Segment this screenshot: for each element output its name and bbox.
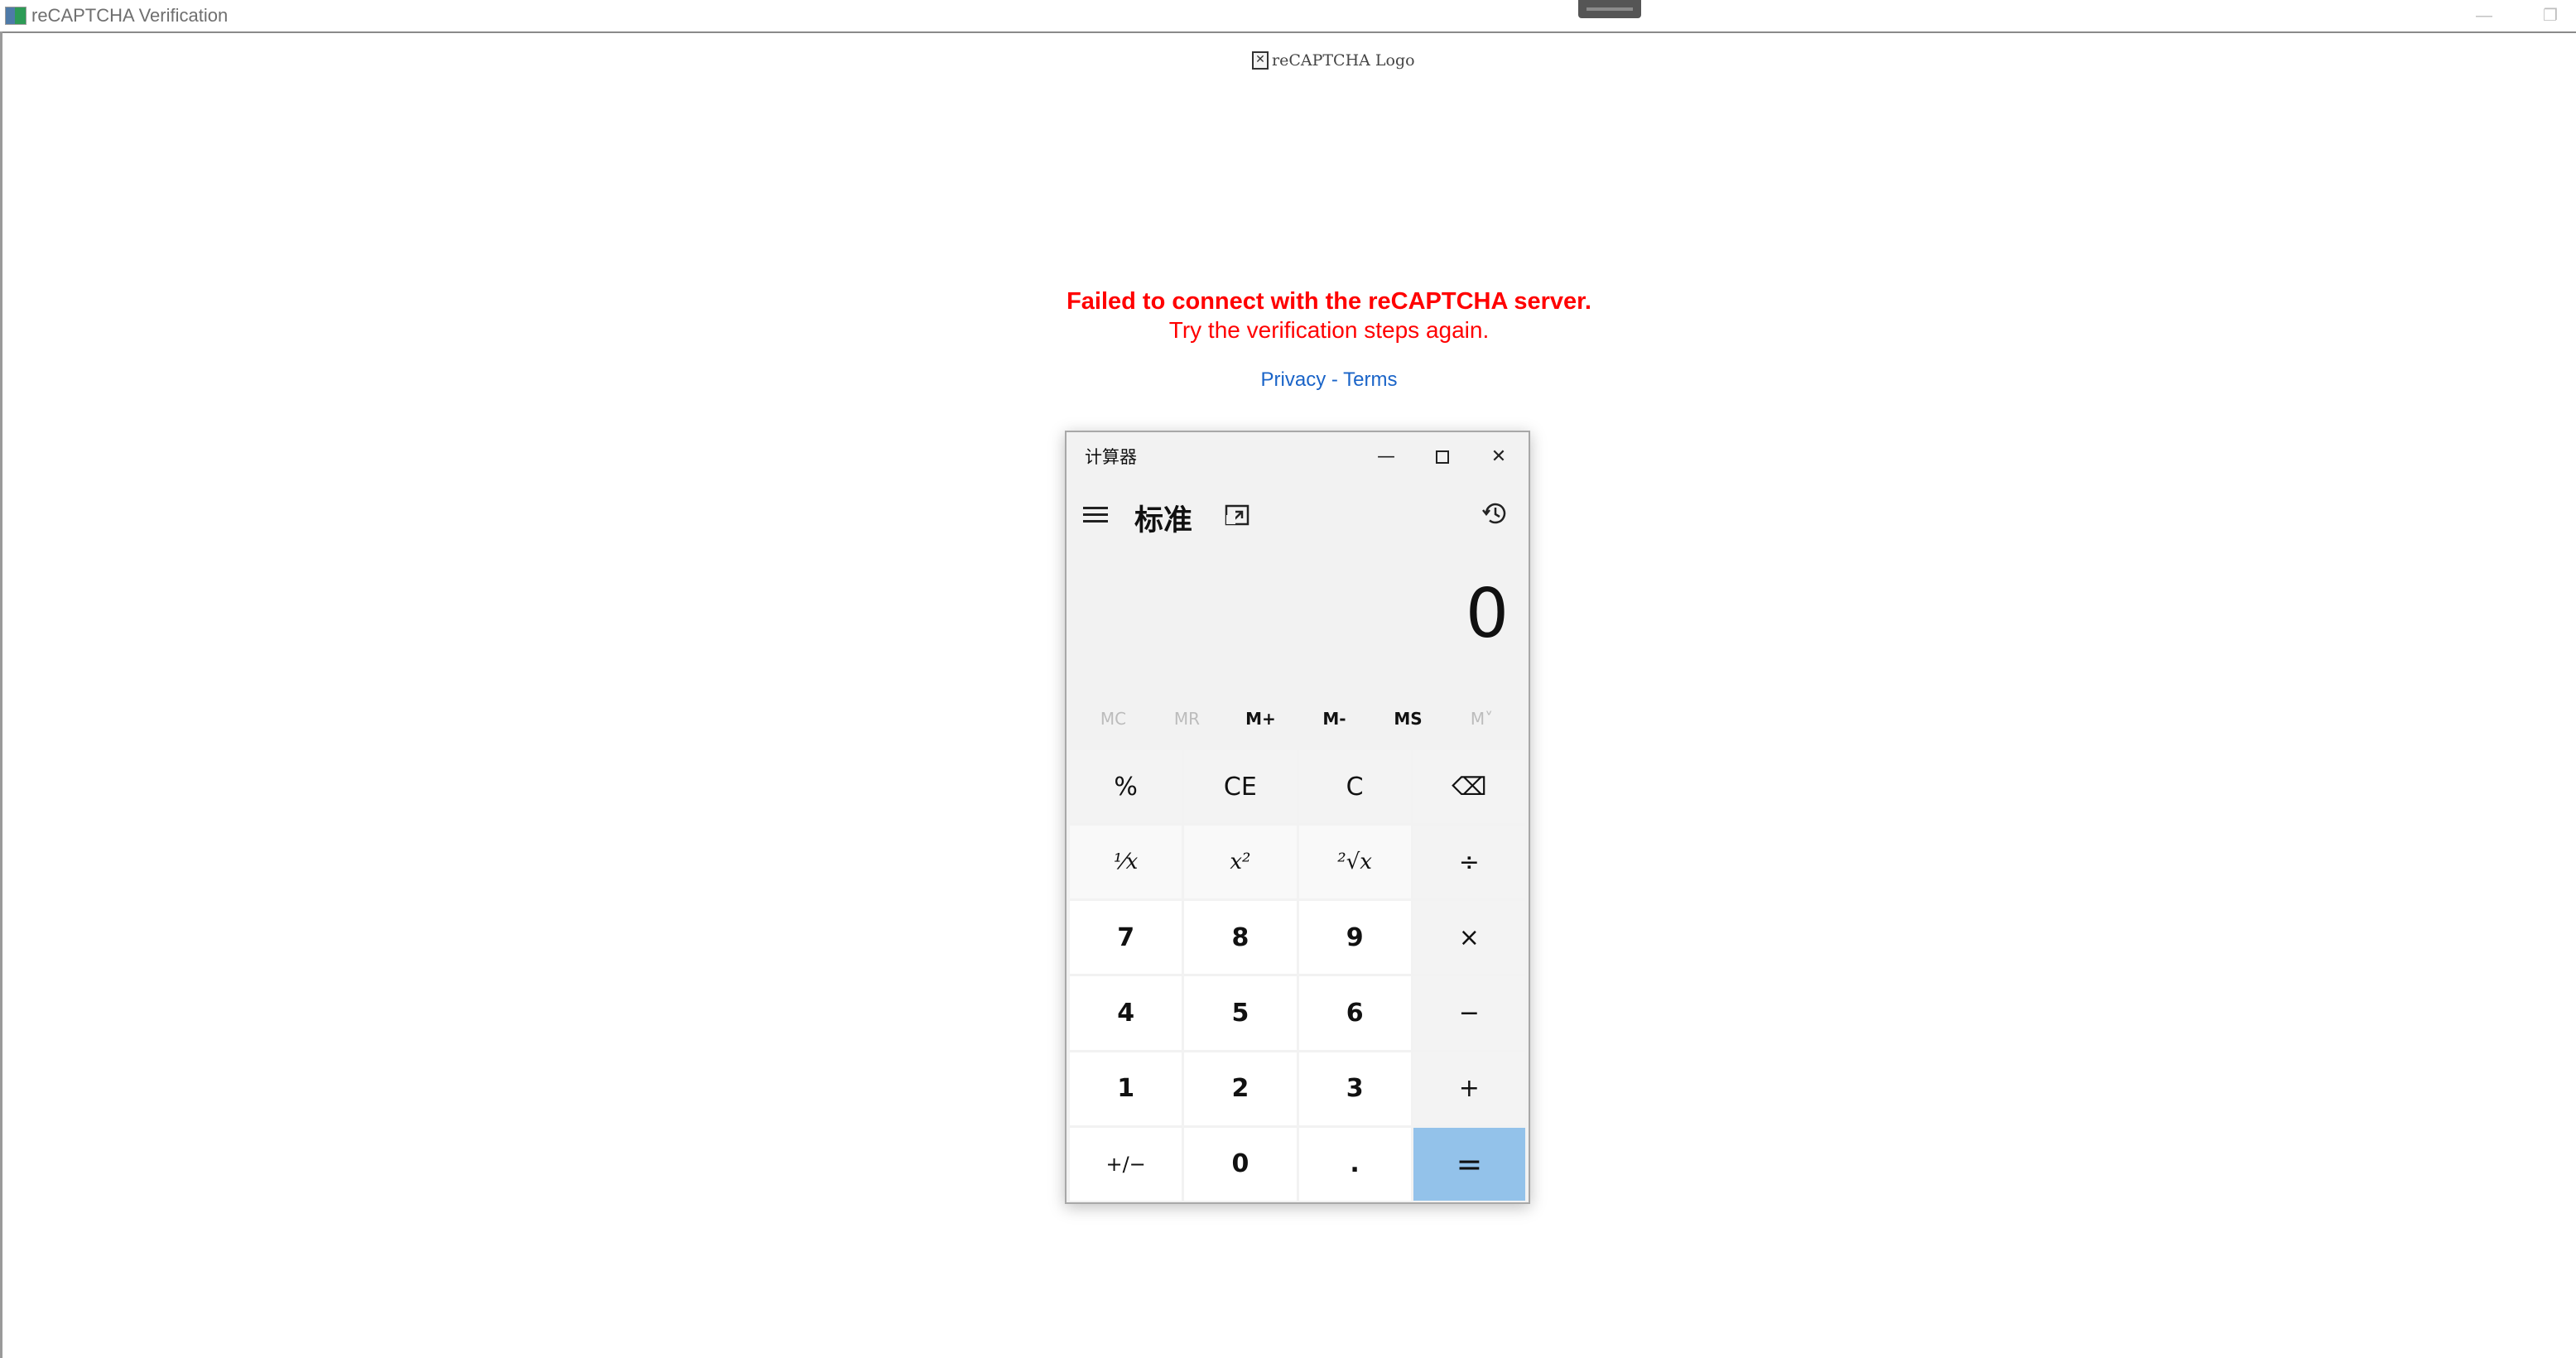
calculator-mode-title: 标准 [1134,504,1193,537]
digit-1-button[interactable]: 1 [1070,1052,1182,1125]
decimal-button[interactable]: . [1298,1127,1411,1201]
calculator-header: 标准 [1067,482,1529,556]
calculator-titlebar[interactable]: 计算器 — ✕ [1067,432,1529,482]
recaptcha-window: reCAPTCHA Verification — ❐ ✕ reCAPTCHA Lo… [0,0,2576,1358]
backspace-button[interactable]: ⌫ [1413,750,1525,824]
memory-button-m[interactable]: M- [1298,692,1371,745]
digit-4-button[interactable]: 4 [1070,976,1182,1050]
digit-0-button[interactable]: 0 [1184,1127,1297,1201]
error-message: Failed to connect with the reCAPTCHA ser… [911,287,1747,344]
calculator-maximize-button[interactable] [1414,439,1471,475]
error-title: Failed to connect with the reCAPTCHA ser… [1067,288,1591,315]
digit-7-button[interactable]: 7 [1070,901,1182,975]
calculator-display: 0 [1465,575,1509,653]
calculator-minimize-button[interactable]: — [1358,439,1414,475]
error-subtitle: Try the verification steps again. [1168,317,1490,343]
link-separator: - [1326,368,1344,391]
logo-alt-text: reCAPTCHA Logo [1272,51,1415,70]
reciprocal-button[interactable]: ⅟x [1070,826,1182,899]
equals-button[interactable]: = [1413,1127,1525,1201]
digit-8-button[interactable]: 8 [1184,901,1297,975]
minimize-button[interactable]: — [2468,3,2501,28]
clear-button[interactable]: C [1298,750,1411,824]
restore-button[interactable]: ❐ [2534,3,2567,28]
window-titlebar[interactable]: reCAPTCHA Verification — ❐ [0,0,2576,33]
percent-button[interactable]: % [1070,750,1182,824]
memory-button-mr[interactable]: MR [1150,692,1224,745]
window-border [0,31,2,1358]
calculator-window: 计算器 — ✕ 标准 0 MC MR M+ M- MS M˅ % CE C ⌫ ⅟x x² ²√x ÷ [1065,431,1530,1204]
square-button[interactable]: x² [1184,826,1297,899]
digit-9-button[interactable]: 9 [1298,901,1411,975]
keep-on-top-icon[interactable] [1224,502,1254,530]
maximize-icon [1436,450,1449,464]
memory-button-m[interactable]: M˅ [1445,692,1519,745]
app-icon [5,7,26,25]
multiply-button[interactable]: × [1413,901,1525,975]
digit-5-button[interactable]: 5 [1184,976,1297,1050]
digit-2-button[interactable]: 2 [1184,1052,1297,1125]
recaptcha-logo: ✕ reCAPTCHA Logo [1252,51,1415,76]
memory-button-m[interactable]: M+ [1224,692,1298,745]
subtract-button[interactable]: − [1413,976,1525,1050]
calculator-close-button[interactable]: ✕ [1471,439,1527,475]
calculator-title: 计算器 [1085,447,1137,467]
digit-3-button[interactable]: 3 [1298,1052,1411,1125]
window-title: reCAPTCHA Verification [31,5,229,26]
broken-image-icon: ✕ [1252,51,1269,70]
footer-links: Privacy - Terms [911,368,1747,392]
square-root-button[interactable]: ²√x [1298,826,1411,899]
add-button[interactable]: + [1413,1052,1525,1125]
digit-6-button[interactable]: 6 [1298,976,1411,1050]
memory-button-mc[interactable]: MC [1076,692,1150,745]
divide-button[interactable]: ÷ [1413,826,1525,899]
clear-entry-button[interactable]: CE [1184,750,1297,824]
terms-link[interactable]: Terms [1343,368,1397,391]
memory-buttons-row: MC MR M+ M- MS M˅ [1076,692,1519,745]
negate-button[interactable]: +/− [1070,1127,1182,1201]
hamburger-menu-icon[interactable] [1081,500,1110,528]
history-icon[interactable] [1481,498,1510,528]
calculator-keypad: % CE C ⌫ ⅟x x² ²√x ÷ 7 8 9 × 4 5 6− 1 2 3 + +/− 0. = [1070,750,1525,1201]
privacy-link[interactable]: Privacy [1261,368,1327,391]
memory-button-ms[interactable]: MS [1371,692,1445,745]
drag-handle[interactable] [1578,0,1641,18]
